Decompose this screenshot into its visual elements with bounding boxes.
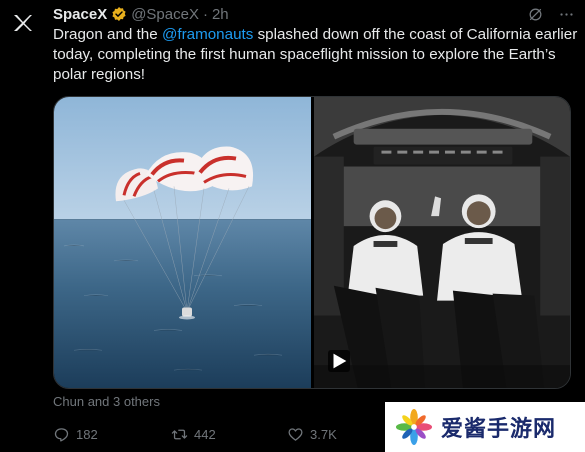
repost-button[interactable]: 442 — [171, 426, 287, 443]
author-name[interactable]: SpaceX — [53, 6, 107, 23]
verified-badge-icon[interactable] — [111, 6, 127, 22]
grok-icon[interactable] — [527, 6, 544, 23]
spacex-logo-icon — [14, 15, 32, 31]
reply-icon — [54, 427, 69, 442]
liked-by-text[interactable]: Chun and 3 others — [53, 394, 160, 409]
tweet-text-part1: Dragon and the — [53, 26, 162, 43]
reply-count: 182 — [76, 426, 98, 442]
media-grid — [53, 96, 571, 389]
watermark-text: 爱酱手游网 — [441, 416, 557, 441]
author-handle[interactable]: @SpaceX — [131, 6, 199, 23]
pinwheel-logo-icon — [395, 408, 433, 446]
site-watermark: 爱酱手游网 — [385, 402, 585, 452]
tweet-text: Dragon and the @framonauts splashed down… — [53, 25, 581, 85]
like-button[interactable]: 3.7K — [287, 426, 397, 443]
heart-icon — [288, 427, 303, 441]
splashdown-photo[interactable] — [54, 97, 311, 388]
separator-dot: · — [202, 5, 208, 23]
repost-count: 442 — [194, 426, 216, 442]
mention-link[interactable]: @framonauts — [162, 26, 253, 43]
tweet-header: SpaceX @SpaceX · 2h — [53, 4, 575, 24]
video-play-icon[interactable] — [328, 350, 350, 372]
astronauts-video[interactable] — [314, 97, 570, 388]
like-count: 3.7K — [310, 426, 337, 442]
repost-icon — [171, 429, 188, 439]
post-time[interactable]: 2h — [212, 6, 229, 23]
avatar[interactable] — [6, 6, 40, 40]
more-options-icon[interactable] — [558, 6, 575, 23]
reply-button[interactable]: 182 — [53, 426, 171, 443]
